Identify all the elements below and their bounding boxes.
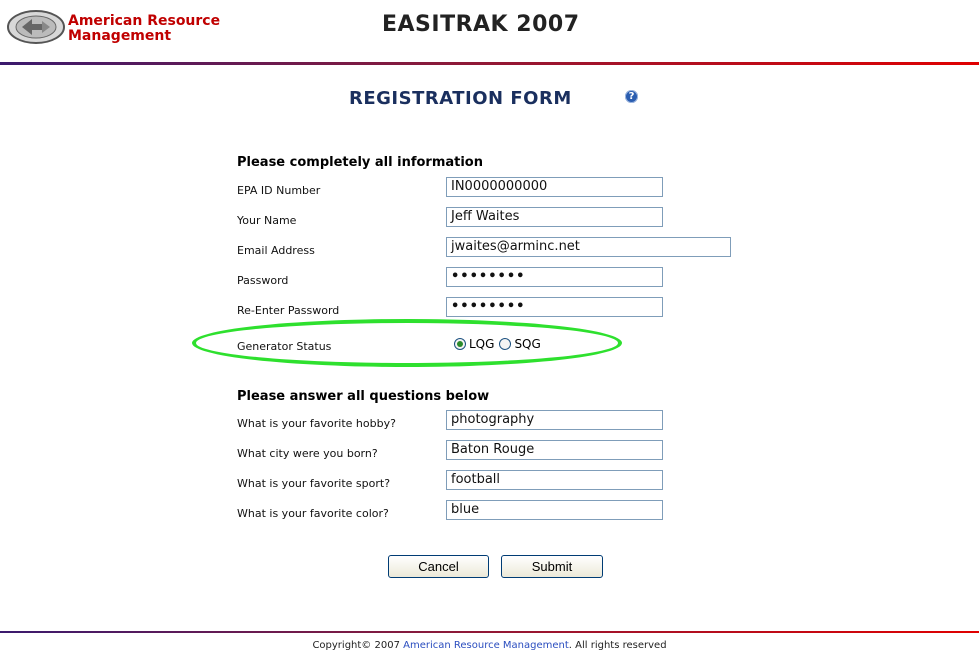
- re-password-input[interactable]: ••••••••: [446, 297, 663, 317]
- company-link[interactable]: American Resource Management: [403, 640, 569, 651]
- app-title: EASITRAK 2007: [382, 12, 580, 37]
- city-label: What city were you born?: [237, 447, 378, 460]
- hobby-label: What is your favorite hobby?: [237, 417, 396, 430]
- brand-line-1: American Resource: [68, 13, 221, 29]
- color-input[interactable]: blue: [446, 500, 663, 520]
- epa-id-input[interactable]: IN0000000000: [446, 177, 663, 197]
- copyright-prefix: Copyright© 2007: [312, 640, 404, 651]
- brand-line-2: Management: [68, 28, 172, 44]
- footer-divider: [0, 631, 979, 633]
- color-label: What is your favorite color?: [237, 507, 389, 520]
- epa-id-label: EPA ID Number: [237, 184, 321, 197]
- header-divider: [0, 62, 979, 65]
- password-label: Password: [237, 274, 289, 287]
- copyright-suffix: . All rights reserved: [568, 640, 667, 651]
- brand-name: American Resource Management: [68, 14, 220, 44]
- cancel-button[interactable]: Cancel: [388, 555, 489, 578]
- name-input[interactable]: Jeff Waites: [446, 207, 663, 227]
- hobby-input[interactable]: photography: [446, 410, 663, 430]
- section-heading-questions: Please answer all questions below: [237, 389, 490, 404]
- submit-button[interactable]: Submit: [501, 555, 603, 578]
- question-circle-icon[interactable]: ?: [625, 90, 638, 103]
- sport-label: What is your favorite sport?: [237, 477, 391, 490]
- sport-input[interactable]: football: [446, 470, 663, 490]
- company-logo: [7, 10, 65, 44]
- name-label: Your Name: [237, 214, 297, 227]
- email-label: Email Address: [237, 244, 315, 257]
- re-password-label: Re-Enter Password: [237, 304, 340, 317]
- section-heading-info: Please completely all information: [237, 155, 483, 170]
- copyright-text: Copyright© 2007 American Resource Manage…: [0, 640, 979, 651]
- email-input[interactable]: jwaites@arminc.net: [446, 237, 731, 257]
- password-input[interactable]: ••••••••: [446, 267, 663, 287]
- highlight-ellipse: [192, 319, 622, 367]
- city-input[interactable]: Baton Rouge: [446, 440, 663, 460]
- form-title: REGISTRATION FORM: [349, 88, 572, 109]
